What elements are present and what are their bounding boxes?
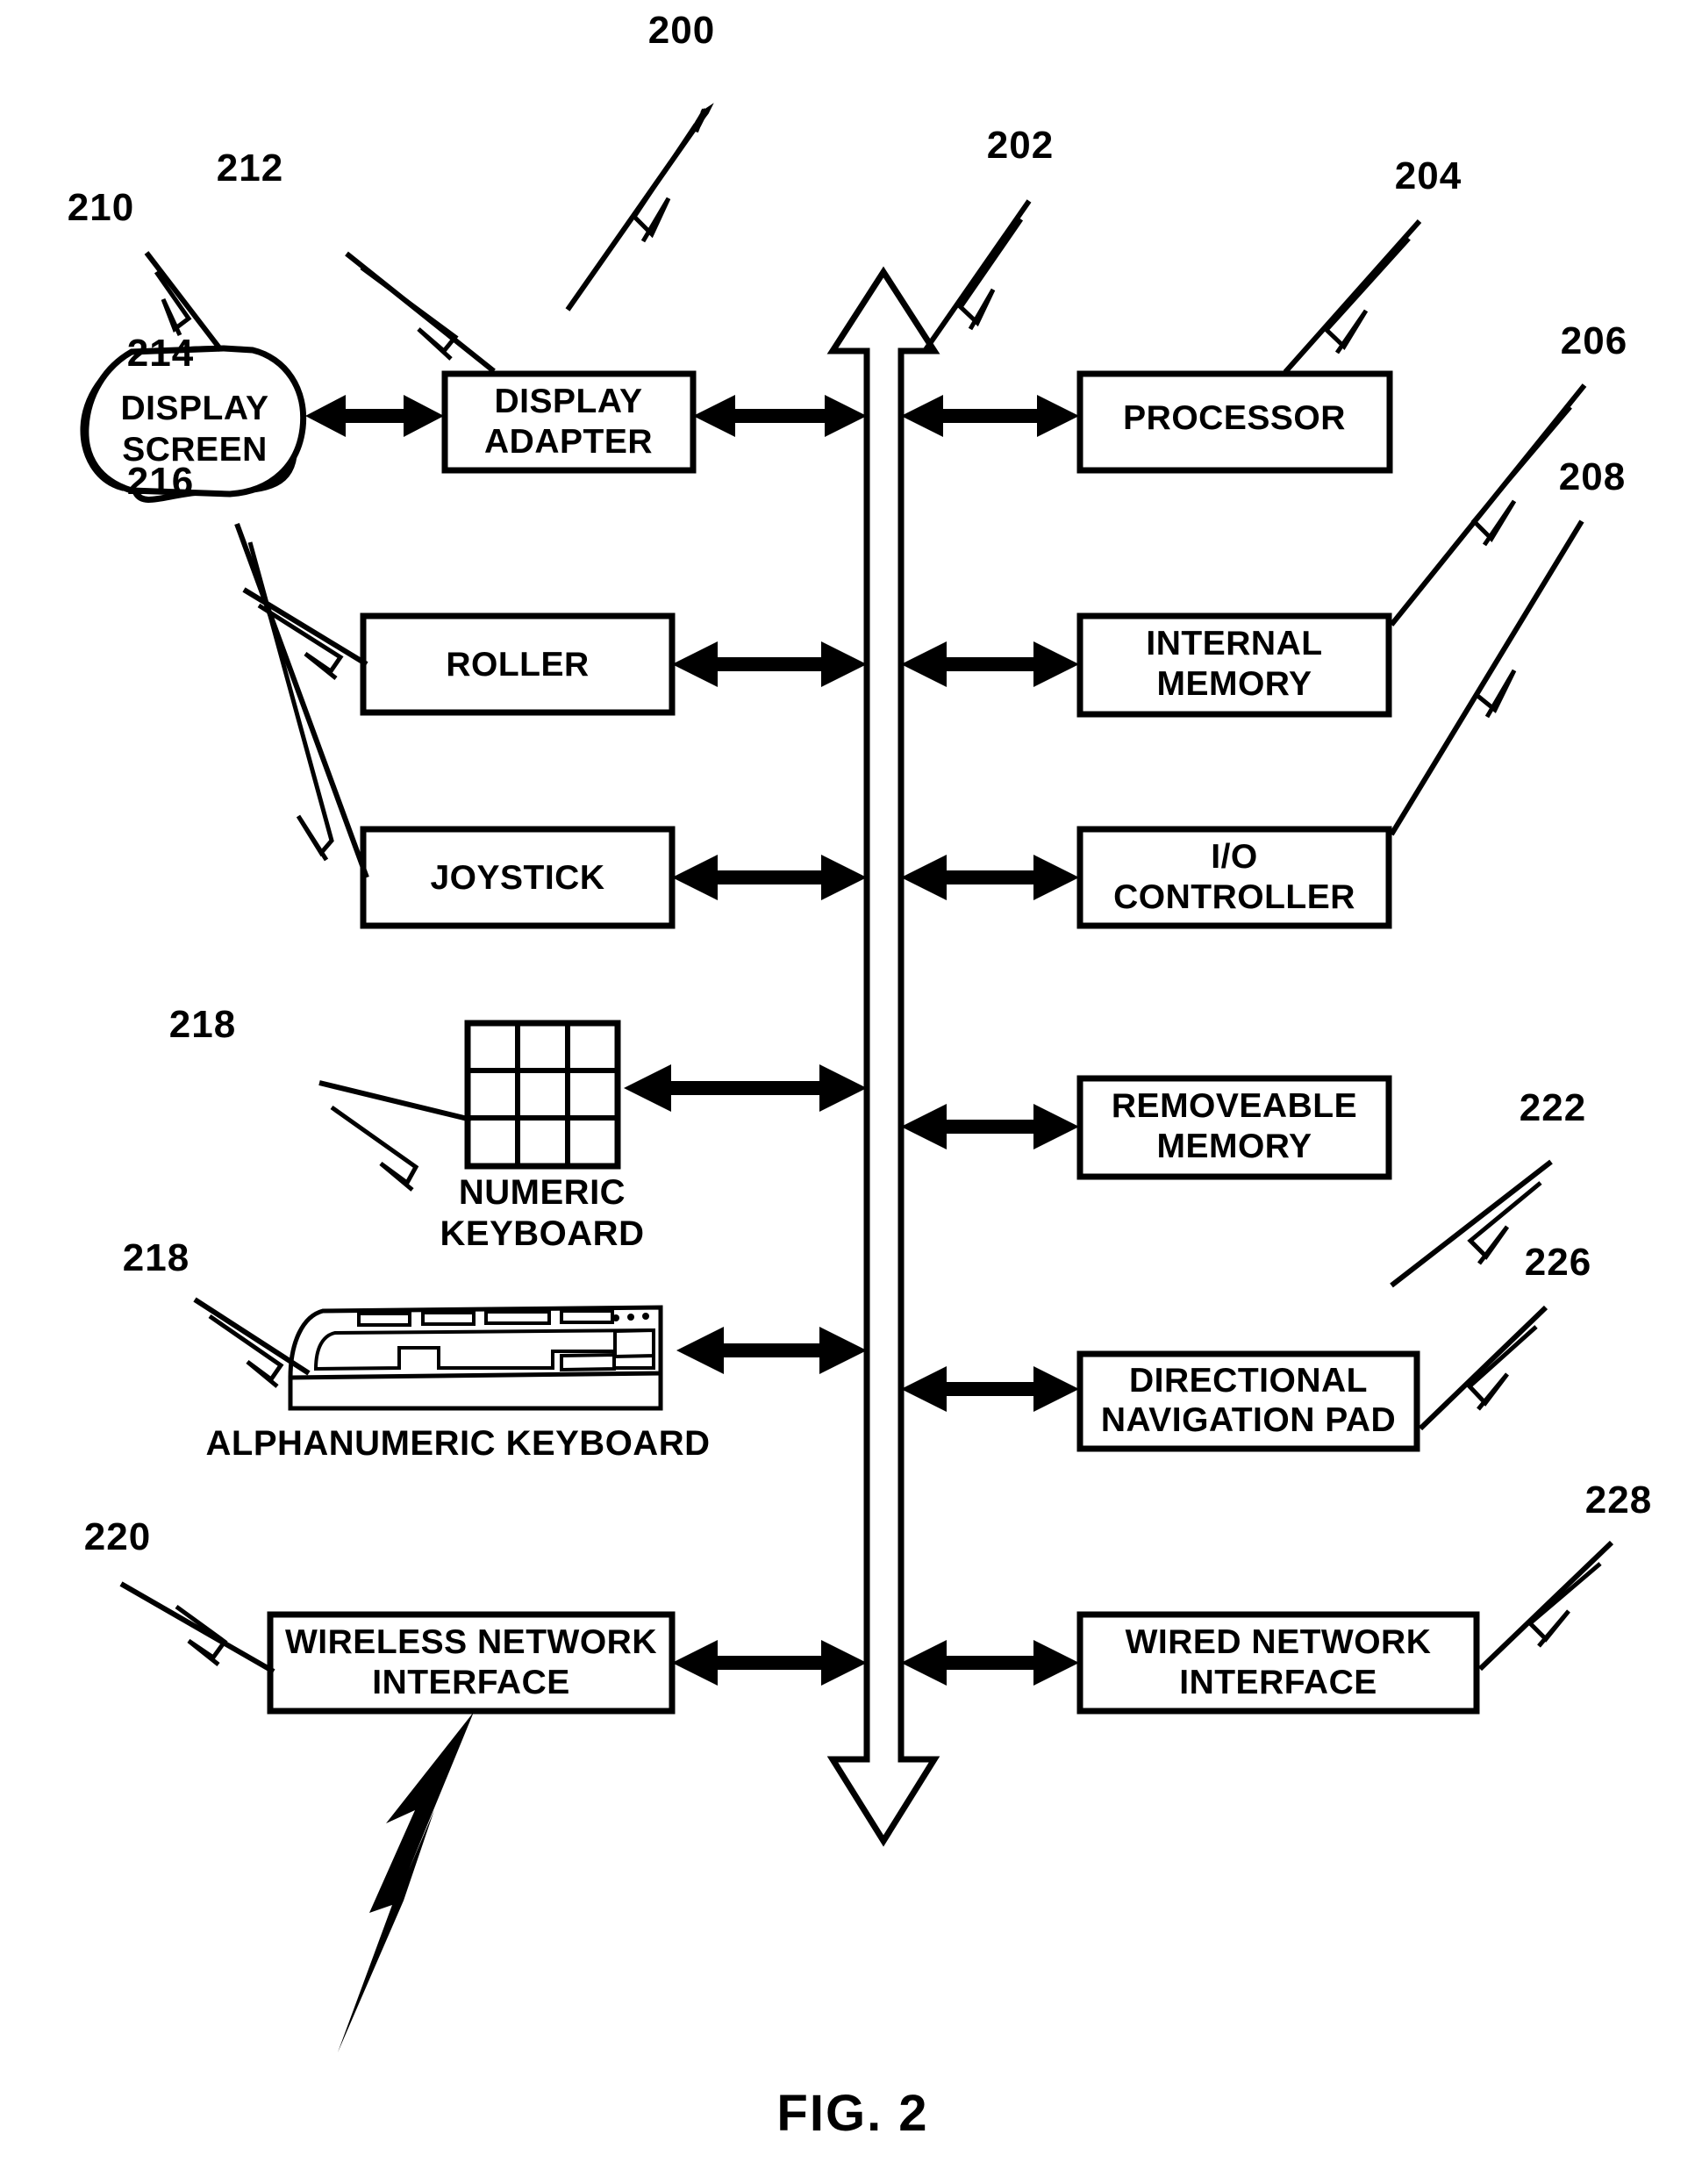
ref-numeral-210: 210	[68, 186, 134, 229]
arrow-bus-to-processor	[901, 395, 1079, 437]
internal-memory-label-line2: MEMORY	[1156, 665, 1312, 703]
lead-line-204	[1283, 219, 1422, 374]
ref-numeral-214: 214	[127, 332, 194, 375]
display-adapter-label-line1: DISPLAY	[495, 383, 643, 420]
ref-numeral-216: 216	[127, 460, 194, 503]
removeable-memory-label-line2: MEMORY	[1156, 1128, 1312, 1165]
arrow-roller-to-bus	[672, 641, 867, 687]
joystick-label: JOYSTICK	[430, 859, 604, 897]
patent-figure-2: DISPLAY SCREEN DISPLAY ADAPTER PROCESSOR…	[0, 0, 1702, 2184]
io-controller-label-line2: CONTROLLER	[1113, 878, 1355, 916]
arrow-joystick-to-bus	[672, 855, 867, 900]
arrow-bus-to-directional-navigation-pad	[901, 1366, 1079, 1412]
arrow-display-screen-to-display-adapter	[305, 395, 444, 437]
ref-numeral-226: 226	[1525, 1241, 1591, 1284]
directional-navigation-pad-label-line2: NAVIGATION PAD	[1101, 1401, 1396, 1439]
ref-numeral-218-numeric: 218	[169, 1003, 236, 1046]
removeable-memory-label-line1: REMOVEABLE	[1112, 1087, 1357, 1125]
ref-numeral-228: 228	[1585, 1479, 1652, 1522]
ref-numeral-204: 204	[1395, 154, 1462, 197]
lead-line-206	[1389, 383, 1587, 627]
ref-numeral-212: 212	[217, 147, 283, 190]
io-controller-label-line1: I/O	[1211, 838, 1258, 876]
processor-label: PROCESSOR	[1123, 399, 1346, 437]
lead-line-208	[1389, 519, 1584, 836]
arrow-bus-to-wired-network-interface	[901, 1640, 1079, 1686]
lead-line-226	[1418, 1305, 1548, 1431]
ref-numeral-208: 208	[1559, 455, 1626, 498]
lead-line-228	[1477, 1540, 1614, 1672]
ref-numeral-220: 220	[84, 1515, 151, 1558]
figure-caption: FIG. 2	[776, 2085, 928, 2142]
lead-line-218-numeric	[318, 1080, 472, 1192]
wireless-signal-bolt-icon	[338, 1712, 474, 2052]
ref-numeral-222: 222	[1520, 1086, 1586, 1129]
wired-network-interface-label-line1: WIRED NETWORK	[1126, 1623, 1432, 1661]
lead-line-212	[345, 251, 496, 374]
arrow-bus-to-io-controller	[901, 855, 1079, 900]
arrow-display-adapter-to-bus	[693, 395, 867, 437]
roller-label: ROLLER	[446, 646, 589, 684]
arrow-bus-to-removeable-memory	[901, 1104, 1079, 1149]
numeric-keyboard-icon	[464, 1020, 621, 1170]
directional-navigation-pad-label-line1: DIRECTIONAL	[1129, 1362, 1368, 1400]
numeric-keyboard-label-line1: NUMERIC	[459, 1173, 626, 1212]
lead-line-202	[922, 199, 1032, 353]
alphanumeric-keyboard-icon	[288, 1305, 663, 1411]
ref-numeral-200: 200	[648, 9, 715, 52]
internal-memory-label-line1: INTERNAL	[1146, 625, 1322, 662]
arrow-numeric-keyboard-to-bus	[624, 1064, 867, 1112]
ref-numeral-218-alphanumeric: 218	[123, 1236, 190, 1279]
numeric-keyboard-label-line2: KEYBOARD	[440, 1214, 645, 1253]
ref-numeral-202: 202	[987, 124, 1054, 167]
lead-line-214	[242, 587, 368, 680]
arrow-alphanumeric-keyboard-to-bus	[676, 1327, 867, 1374]
alphanumeric-keyboard-label: ALPHANUMERIC KEYBOARD	[206, 1424, 711, 1463]
lead-line-220	[119, 1581, 275, 1674]
arrow-bus-to-internal-memory	[901, 641, 1079, 687]
arrow-wireless-network-interface-to-bus	[672, 1640, 867, 1686]
ref-numeral-206: 206	[1561, 319, 1627, 362]
lead-line-200-stroke	[565, 109, 710, 311]
wired-network-interface-label-line2: INTERFACE	[1179, 1664, 1377, 1701]
display-screen-label-line1: DISPLAY	[121, 390, 269, 427]
wireless-network-interface-label-line1: WIRELESS NETWORK	[285, 1623, 657, 1661]
system-bus-202	[826, 266, 940, 1847]
display-adapter-label-line2: ADAPTER	[484, 423, 653, 461]
wireless-network-interface-label-line2: INTERFACE	[372, 1664, 570, 1701]
lead-line-216	[234, 522, 369, 879]
